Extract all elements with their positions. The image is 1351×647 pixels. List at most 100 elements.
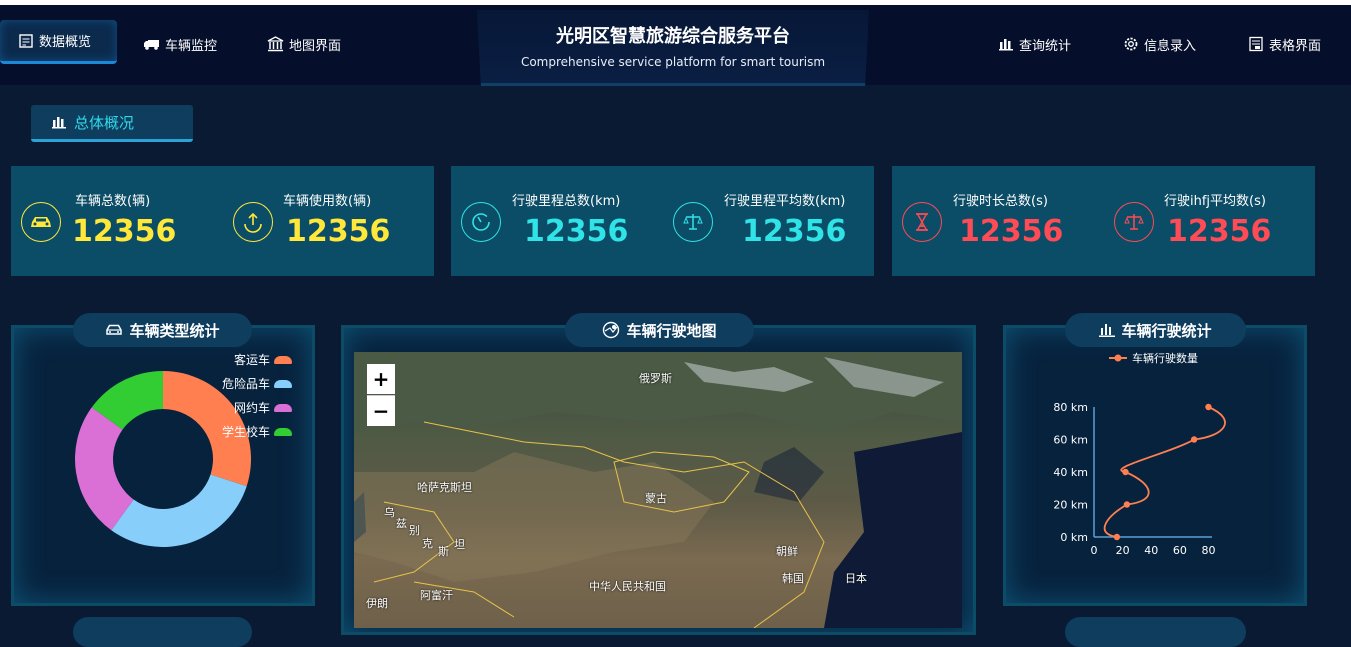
x-tick-label: 0	[1091, 544, 1098, 557]
stat-mileage-total: 行驶里程总数(km) 12356	[451, 166, 662, 276]
stat-value: 12356	[524, 214, 629, 249]
stat-duration-average: 行驶ihfj平均数(s) 12356	[1104, 166, 1315, 276]
top-navigation-bar: 数据概览 车辆监控 地图界面 光明区智慧旅游综合服务平台 Comprehensi…	[0, 5, 1351, 86]
data-point[interactable]	[1123, 501, 1131, 508]
legend-label: 网约车	[233, 401, 270, 415]
map-label: 坦	[454, 538, 465, 551]
gauge-icon	[461, 202, 501, 242]
panel-title-text: 车辆类型统计	[129, 321, 220, 340]
panel-title-text: 车辆行驶统计	[1121, 321, 1212, 340]
satellite-map[interactable]: + − 俄罗斯 哈萨克斯坦 蒙古 中华人民共和国 朝鲜 韩国 日本 阿富汗 伊朗…	[354, 352, 962, 628]
data-point[interactable]	[1205, 403, 1212, 411]
bottom-panel-tab-left	[73, 617, 252, 647]
legend-swatch	[274, 379, 292, 388]
bar-chart-icon	[999, 39, 1013, 51]
stat-label: 行驶时长总数(s)	[953, 194, 1048, 209]
stat-vehicle-used: 车辆使用数(辆) 12356	[223, 166, 434, 276]
zoom-out-button[interactable]: −	[367, 395, 395, 426]
scale-icon	[673, 202, 713, 242]
vehicle-type-title: 车辆类型统计	[73, 313, 252, 347]
nav-vehicle-monitor[interactable]: 车辆监控	[143, 20, 217, 68]
map-label: 蒙古	[645, 492, 667, 505]
map-label: 乌	[384, 506, 395, 519]
legend-marker	[1114, 354, 1122, 362]
bar-chart-icon	[1099, 324, 1116, 337]
donut-slice[interactable]	[111, 474, 247, 547]
nav-data-overview[interactable]: 数据概览	[0, 20, 117, 64]
vehicle-type-donut-chart	[74, 371, 252, 547]
stat-panel-mileage: 行驶里程总数(km) 12356 行驶里程平均数(km) 12356	[451, 166, 874, 276]
zoom-in-button[interactable]: +	[367, 364, 395, 394]
nav-label: 信息录入	[1144, 38, 1197, 54]
nav-query-stats[interactable]: 查询统计	[998, 20, 1071, 68]
map-label: 阿富汗	[420, 589, 453, 602]
data-point[interactable]	[1122, 468, 1129, 476]
hourglass-icon	[902, 202, 942, 242]
bank-icon	[267, 36, 284, 52]
legend-label[interactable]: 车辆行驶数量	[1132, 351, 1198, 365]
nav-table[interactable]: 表格界面	[1248, 20, 1321, 68]
nav-label: 表格界面	[1269, 38, 1322, 54]
truck-icon	[144, 40, 159, 50]
stat-value: 12356	[959, 214, 1064, 249]
gear-icon	[1124, 37, 1138, 51]
legend-item[interactable]: 网约车	[234, 399, 292, 416]
y-tick-label: 20 km	[1053, 499, 1088, 512]
map-label: 伊朗	[366, 597, 388, 610]
nav-label: 地图界面	[289, 38, 342, 54]
nav-info-entry[interactable]: 信息录入	[1123, 20, 1196, 68]
x-tick-label: 60	[1173, 544, 1187, 557]
platform-title-box: 光明区智慧旅游综合服务平台 Comprehensive service plat…	[477, 10, 869, 86]
stat-label: 车辆总数(辆)	[75, 194, 151, 209]
table-icon	[1249, 36, 1263, 52]
y-tick-label: 80 km	[1053, 401, 1088, 414]
page-title: 光明区智慧旅游综合服务平台	[556, 26, 790, 47]
scale-icon	[1114, 202, 1154, 242]
stat-value: 12356	[72, 214, 177, 249]
map-label: 斯	[438, 545, 449, 558]
legend-item[interactable]: 危险品车	[222, 375, 292, 392]
legend-item[interactable]: 学生校车	[222, 423, 292, 440]
legend-item[interactable]: 客运车	[234, 351, 292, 368]
vehicle-type-panel: 客运车 危险品车 网约车 学生校车	[11, 325, 315, 606]
nav-label: 车辆监控	[165, 38, 218, 54]
stat-label: 车辆使用数(辆)	[283, 194, 372, 209]
data-point[interactable]	[1190, 436, 1198, 443]
section-label: 总体概况	[74, 113, 135, 132]
map-label: 克	[422, 537, 433, 550]
stat-panel-duration: 行驶时长总数(s) 12356 行驶ihfj平均数(s) 12356	[892, 166, 1315, 276]
legend-label: 客运车	[233, 353, 270, 367]
map-label: 兹	[396, 517, 407, 530]
map-label: 哈萨克斯坦	[417, 481, 472, 494]
map-label: 俄罗斯	[639, 372, 672, 385]
driving-map-title: 车辆行驶地图	[565, 313, 754, 347]
stat-duration-total: 行驶时长总数(s) 12356	[892, 166, 1103, 276]
stat-vehicle-total: 车辆总数(辆) 12356	[11, 166, 222, 276]
map-label: 中华人民共和国	[589, 580, 666, 593]
panel-title-text: 车辆行驶地图	[626, 321, 717, 340]
driving-stats-title: 车辆行驶统计	[1065, 313, 1246, 347]
driving-stats-line-chart: 0 20 40 60 80 0 km 20 km 40 km 60 km 80 km 车辆行驶数量	[1053, 351, 1226, 557]
x-tick-label: 20	[1116, 544, 1130, 557]
page-subtitle: Comprehensive service platform for smart…	[520, 55, 826, 69]
x-tick-label: 80	[1201, 544, 1215, 557]
data-point[interactable]	[1113, 533, 1121, 541]
map-pin-icon	[603, 321, 620, 339]
legend-swatch	[274, 403, 292, 412]
car-icon	[21, 202, 61, 242]
y-tick-label: 40 km	[1053, 466, 1088, 479]
section-tab-overview[interactable]: 总体概况	[31, 105, 193, 142]
car-outline-icon	[106, 324, 123, 335]
nav-label: 查询统计	[1019, 38, 1072, 54]
map-label: 别	[409, 524, 420, 537]
document-icon	[19, 33, 33, 48]
legend-label: 学生校车	[221, 425, 270, 439]
bottom-panel-tab-right	[1065, 617, 1246, 647]
nav-map[interactable]: 地图界面	[267, 20, 341, 68]
legend-swatch	[274, 427, 292, 436]
map-label: 朝鲜	[776, 545, 798, 558]
stat-value: 12356	[286, 214, 391, 249]
stat-value: 12356	[742, 214, 847, 249]
stat-label: 行驶里程总数(km)	[512, 194, 621, 209]
stat-panel-vehicles: 车辆总数(辆) 12356 车辆使用数(辆) 12356	[11, 166, 434, 276]
